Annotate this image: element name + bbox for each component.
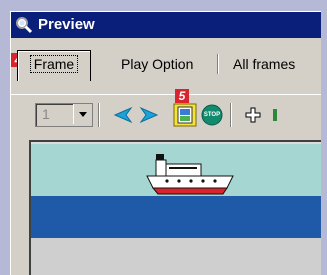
- tab-all-frames-label: All frames: [233, 56, 296, 72]
- tab-strip: 4 Frame Play Option All frames: [11, 38, 321, 94]
- frame-select[interactable]: 1: [35, 103, 93, 127]
- step-badge-5: 5: [175, 89, 189, 103]
- tab-divider: [217, 54, 218, 74]
- stop-icon-label: STOP: [203, 112, 221, 118]
- toolbar: 1 5 STOP: [11, 89, 321, 133]
- tab-frame[interactable]: Frame: [17, 50, 91, 81]
- frame-select-dropdown[interactable]: [73, 104, 92, 124]
- tab-play-option[interactable]: Play Option: [119, 51, 195, 77]
- preview-canvas: [29, 140, 321, 275]
- tab-all-frames[interactable]: All frames: [231, 51, 297, 77]
- frame-select-value: 1: [42, 106, 50, 122]
- tab-play-option-label: Play Option: [121, 56, 194, 72]
- play-preview-icon[interactable]: [173, 103, 197, 127]
- chevron-down-icon: [79, 112, 87, 117]
- toolbar-overflow: [273, 109, 277, 121]
- toolbar-divider: [230, 103, 231, 127]
- next-arrow-icon[interactable]: [138, 104, 160, 126]
- window-title: Preview: [38, 16, 95, 33]
- tab-frame-label: Frame: [29, 55, 79, 73]
- ground-background: [31, 238, 321, 275]
- preview-window: Preview 4 Frame Play Option All frames 1: [10, 11, 321, 275]
- previous-arrow-icon[interactable]: [112, 104, 134, 126]
- toolbar-divider: [98, 103, 99, 127]
- title-bar[interactable]: Preview: [11, 12, 321, 38]
- magnifier-icon: [16, 17, 33, 34]
- zoom-in-icon[interactable]: [242, 104, 264, 126]
- ship-image: [146, 154, 234, 195]
- stop-button[interactable]: STOP: [201, 104, 223, 126]
